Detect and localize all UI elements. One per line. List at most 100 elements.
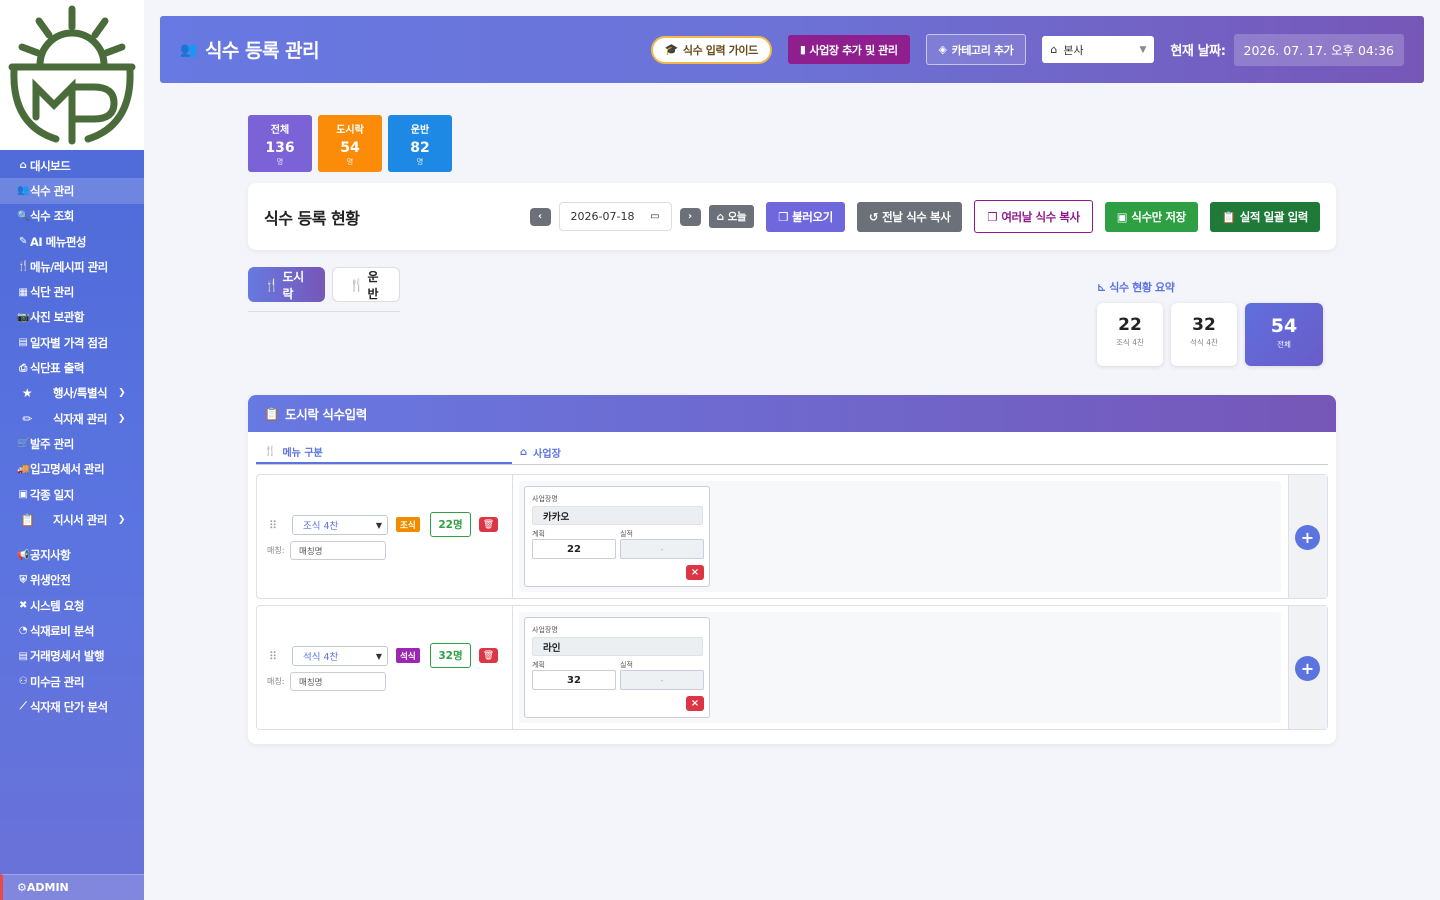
matching-input[interactable]: 매칭명 [290, 541, 386, 560]
summary-card: 32 석식 4찬 [1171, 303, 1237, 366]
clipboard-icon: 📋 [20, 512, 35, 527]
menu-select[interactable]: 석식 4찬 ▼ [292, 646, 388, 666]
sidebar-item-cost-analysis[interactable]: ◔ 식재료비 분석 [0, 618, 144, 643]
sidebar-admin[interactable]: ⚙ ADMIN [0, 874, 144, 900]
stat-transport: 운반 82 명 [388, 115, 452, 172]
drag-handle-icon[interactable]: ⠿ [269, 519, 277, 532]
meal-row-menu: ⠿ 조식 4찬 ▼ 조식 22명 🗑 매칭: 매칭명 [257, 475, 513, 598]
sidebar-item-diet[interactable]: ▦ 식단 관리 [0, 279, 144, 304]
save-meal-button[interactable]: ▣ 식수만 저장 [1104, 201, 1198, 232]
camera-icon: 📷 [17, 311, 29, 323]
next-date-button[interactable]: › [679, 207, 701, 226]
plan-label: 계획 [532, 530, 545, 538]
copy-multi-day-button[interactable]: ❐ 여러날 식수 복사 [974, 200, 1093, 233]
date-input[interactable]: 2026-07-18 ▭ [558, 202, 672, 231]
actual-input[interactable]: - [620, 670, 704, 690]
star-icon: ★ [21, 386, 33, 401]
plan-input[interactable]: 32 [532, 670, 616, 690]
summary-title: ⊾ 식수 현황 요약 [1097, 279, 1175, 295]
plan-input[interactable]: 22 [532, 539, 616, 559]
add-site-button[interactable]: ▮ 사업장 추가 및 관리 [787, 35, 910, 64]
bulk-actual-button[interactable]: 📋 실적 일괄 입력 [1209, 201, 1320, 232]
trash-icon: 🗑 [482, 519, 495, 530]
branch-value: 본사 [1063, 43, 1084, 57]
sidebar-item-price-check[interactable]: ▤ 일자별 가격 점검 [0, 330, 144, 355]
tab-lunchbox[interactable]: 🍴 도시락 [248, 267, 325, 302]
sidebar-item-hygiene[interactable]: ⛨ 위생안전 [0, 568, 144, 593]
close-icon: × [690, 567, 700, 578]
meal-guide-button[interactable]: 🎓 식수 입력 가이드 [650, 35, 772, 64]
tab-transport[interactable]: 🍴 운반 [332, 267, 400, 302]
sidebar-item-dashboard[interactable]: ⌂ 대시보드 [0, 153, 144, 178]
sidebar-item-meal-search[interactable]: 🔍 식수 조회 [0, 204, 144, 229]
summary-value: 22 [1118, 315, 1142, 335]
sidebar-item-label: 대시보드 [30, 158, 71, 173]
sidebar-item-meal-count[interactable]: 👥 식수 관리 [0, 178, 144, 204]
delete-row-button[interactable]: 🗑 [479, 648, 498, 663]
delete-row-button[interactable]: 🗑 [479, 517, 498, 532]
logo[interactable] [0, 0, 144, 150]
sidebar-item-label: 위생안전 [30, 573, 71, 588]
pen-icon: ✎ [19, 236, 27, 248]
site-card: 사업장명 라인 계획 실적 32 - × [524, 617, 710, 718]
copy-icon: ❐ [778, 209, 789, 224]
sidebar-item-recipe[interactable]: 🍴 메뉴/레시피 관리 [0, 254, 144, 279]
add-category-button[interactable]: ◈ 카테고리 추가 [925, 34, 1027, 65]
add-site-to-row-button[interactable]: + [1295, 525, 1320, 550]
summary-total-label: 전체 [1277, 340, 1291, 349]
menu-select[interactable]: 조식 4찬 ▼ [292, 515, 388, 535]
actual-input[interactable]: - [620, 539, 704, 559]
copy-multi-label: 여러날 식수 복사 [1001, 209, 1080, 224]
summary-total-card: 54 전체 [1245, 303, 1323, 366]
copy-prev-day-button[interactable]: ↺ 전날 식수 복사 [856, 201, 963, 232]
sidebar-item-order[interactable]: 🛒 발주 관리 [0, 431, 144, 456]
chevron-left-icon: ‹ [537, 211, 543, 222]
sidebar-item-label: 행사/특별식 [53, 386, 108, 401]
sidebar-item-system-request[interactable]: ✖ 시스템 요청 [0, 593, 144, 618]
sidebar-item-label: 식단표 출력 [30, 361, 84, 376]
sidebar-group-event[interactable]: ★ 행사/특별식 ❯ [0, 381, 144, 406]
invoice-icon: ▤ [18, 650, 28, 662]
site-name-field: 라인 [532, 637, 703, 656]
copy-prev-label: 전날 식수 복사 [882, 209, 951, 224]
sidebar-item-notice[interactable]: 📢 공지사항 [0, 542, 144, 567]
summary-value: 32 [1192, 315, 1216, 335]
sidebar-nav: ⌂ 대시보드 👥 식수 관리 🔍 식수 조회 ✎ AI 메뉴편성 🍴 메뉴/레시피 관리 … [0, 150, 144, 720]
load-label: 불러오기 [792, 209, 833, 224]
sidebar-item-invoice[interactable]: ▤ 거래명세서 발행 [0, 644, 144, 669]
sidebar-item-unit-price[interactable]: ⟋ 식자재 단가 분석 [0, 694, 144, 719]
sidebar-item-receipt[interactable]: 🚚 입고명세서 관리 [0, 457, 144, 482]
remove-site-button[interactable]: × [686, 696, 704, 711]
matching-input[interactable]: 매칭명 [290, 672, 386, 691]
stat-value: 82 [410, 140, 430, 156]
sidebar-item-receivables[interactable]: ⚇ 미수금 관리 [0, 669, 144, 694]
building-icon: ▮ [799, 43, 806, 56]
stat-label: 전체 [270, 125, 290, 136]
today-button[interactable]: ⌂ 오늘 [708, 205, 755, 228]
today-label: 오늘 [727, 211, 747, 223]
sidebar-group-ingredients[interactable]: ✏ 식자재 관리 ❯ [0, 406, 144, 431]
drag-handle-icon[interactable]: ⠿ [269, 650, 277, 663]
sidebar-item-label: 공지사항 [30, 548, 71, 563]
remove-site-button[interactable]: × [686, 565, 704, 580]
carrot-icon: ✏ [22, 411, 32, 426]
utensils-icon: 🍴 [349, 277, 364, 292]
load-button[interactable]: ❐ 불러오기 [766, 201, 845, 232]
sidebar-item-print[interactable]: ⎙ 식단표 출력 [0, 355, 144, 380]
meal-guide-label: 식수 입력 가이드 [682, 43, 758, 57]
summary-cards: 22 조식 4찬 32 석식 4찬 54 전체 [1097, 303, 1323, 366]
admin-label: ADMIN [26, 881, 69, 894]
sidebar-item-ai-menu[interactable]: ✎ AI 메뉴편성 [0, 229, 144, 254]
branch-select[interactable]: ⌂ 본사 ▼ [1042, 36, 1155, 63]
prev-date-button[interactable]: ‹ [529, 207, 551, 226]
add-site-to-row-button[interactable]: + [1295, 656, 1320, 681]
page-title-text: 식수 등록 관리 [204, 40, 320, 62]
meal-toolbar: 식수 등록 현황 ‹ 2026-07-18 ▭ › ⌂ 오늘 ❐ 불러오기 ↺ 전날 식… [248, 183, 1336, 250]
stat-unit: 명 [416, 158, 424, 166]
sidebar-group-instructions[interactable]: 📋 지시서 관리 ❯ [0, 507, 144, 532]
plus-icon: + [1300, 528, 1315, 547]
sidebar-item-photo[interactable]: 📷 사진 보관함 [0, 305, 144, 330]
sidebar-item-logs[interactable]: ▣ 각종 일지 [0, 482, 144, 507]
calendar-icon[interactable]: ▭ [650, 211, 659, 222]
truck-icon: 🚚 [17, 463, 29, 475]
